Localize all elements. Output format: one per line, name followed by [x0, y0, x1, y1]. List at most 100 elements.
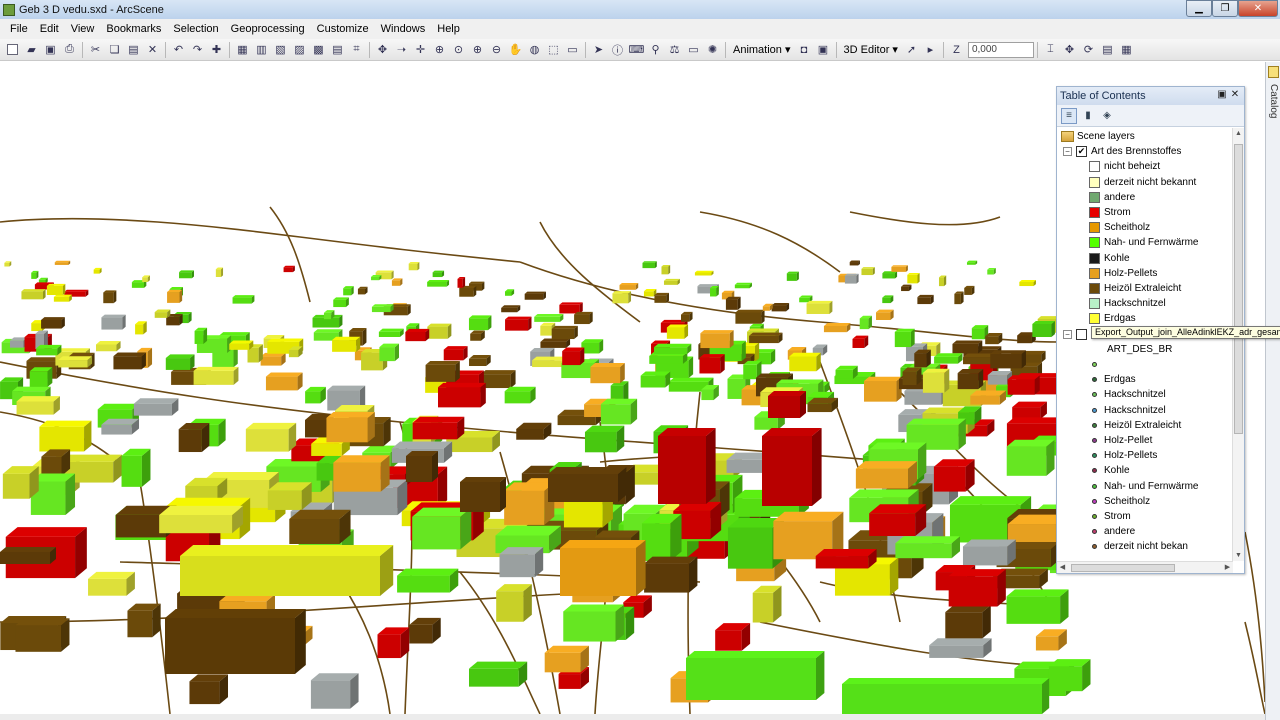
- maximize-button[interactable]: ❐: [1212, 0, 1238, 17]
- model-builder-icon[interactable]: ▩: [311, 42, 327, 58]
- point-symbol-icon[interactable]: [1092, 422, 1097, 428]
- paste-icon[interactable]: ▤: [126, 42, 142, 58]
- arctoolbox-icon[interactable]: ▧: [273, 42, 289, 58]
- point-symbol-icon[interactable]: [1092, 514, 1097, 519]
- identify-icon[interactable]: ⓘ: [610, 42, 626, 58]
- toc-vertical-scrollbar[interactable]: ▲ ▼: [1232, 128, 1244, 561]
- point-symbol-icon[interactable]: [1092, 483, 1097, 489]
- zoom-in-icon[interactable]: ⊕: [470, 42, 486, 58]
- copy-icon[interactable]: ❏: [107, 42, 123, 58]
- minimize-button[interactable]: ▁: [1186, 0, 1212, 17]
- point-symbol-icon[interactable]: [1092, 407, 1097, 413]
- full-extent-icon[interactable]: ◍: [527, 42, 543, 58]
- scroll-thumb[interactable]: [1071, 564, 1175, 572]
- catalog-icon[interactable]: ▤: [330, 42, 346, 58]
- point-symbol-icon[interactable]: [1092, 453, 1097, 459]
- menu-selection[interactable]: Selection: [167, 23, 224, 35]
- redo-icon[interactable]: ↷: [190, 42, 206, 58]
- python-window-icon[interactable]: ▨: [292, 42, 308, 58]
- legend-swatch[interactable]: [1089, 237, 1100, 249]
- legend-swatch[interactable]: [1089, 191, 1100, 203]
- new-document-icon[interactable]: [5, 42, 21, 58]
- scroll-down-icon[interactable]: ▼: [1233, 550, 1244, 561]
- menu-view[interactable]: View: [65, 23, 101, 35]
- point-symbol-icon[interactable]: [1092, 438, 1097, 443]
- html-popup-icon[interactable]: ⌨: [629, 42, 645, 58]
- legend-swatch[interactable]: [1089, 207, 1100, 218]
- toc-autohide-icon[interactable]: ▣: [1216, 89, 1228, 101]
- point-symbol-icon[interactable]: [1092, 498, 1097, 504]
- menu-geoprocessing[interactable]: Geoprocessing: [225, 23, 311, 35]
- set-observer-icon[interactable]: ⊙: [451, 42, 467, 58]
- list-by-source-icon[interactable]: ▮: [1080, 108, 1096, 124]
- measure-icon[interactable]: ⚖: [667, 42, 683, 58]
- layer-name[interactable]: Art des Brennstoffes: [1091, 146, 1181, 157]
- legend-swatch[interactable]: [1089, 283, 1100, 294]
- toc-layer-row[interactable]: −: [1063, 327, 1091, 342]
- scene-properties-icon[interactable]: ▦: [235, 42, 251, 58]
- toc-horizontal-scrollbar[interactable]: ◀ ▶: [1057, 561, 1233, 573]
- navigate-icon[interactable]: ✥: [375, 42, 391, 58]
- rotate-icon[interactable]: ⟳: [1080, 42, 1096, 58]
- swipe-icon[interactable]: ▭: [686, 42, 702, 58]
- point-symbol-icon[interactable]: [1092, 468, 1097, 474]
- legend-swatch[interactable]: [1089, 222, 1100, 234]
- catalog-side-tab[interactable]: Catalog: [1265, 62, 1280, 720]
- pan-icon[interactable]: ✋: [508, 42, 524, 58]
- point-symbol-icon[interactable]: [1092, 392, 1097, 398]
- menu-help[interactable]: Help: [431, 23, 466, 35]
- toc-scene-layers-row[interactable]: Scene layers: [1061, 129, 1135, 144]
- toc-layer-row[interactable]: − ✔ Art des Brennstoffes: [1063, 144, 1181, 159]
- clear-selection-icon[interactable]: ▭: [565, 42, 581, 58]
- legend-swatch[interactable]: [1089, 252, 1100, 264]
- point-symbol-icon[interactable]: [1092, 544, 1097, 550]
- collapse-layer-icon[interactable]: −: [1063, 329, 1072, 339]
- zoom-out-icon[interactable]: ⊖: [489, 42, 505, 58]
- sketch-tool-icon[interactable]: ▸: [922, 42, 938, 58]
- toc-window-icon[interactable]: ▥: [254, 42, 270, 58]
- scroll-thumb[interactable]: [1234, 144, 1243, 434]
- move-icon[interactable]: ✥: [1061, 42, 1077, 58]
- legend-swatch[interactable]: [1089, 161, 1100, 173]
- z-value-input[interactable]: 0,000: [967, 41, 1034, 58]
- find-icon[interactable]: ⚲: [648, 42, 664, 58]
- capture-view-icon[interactable]: ◘: [796, 42, 812, 58]
- scroll-up-icon[interactable]: ▲: [1233, 128, 1244, 139]
- point-symbol-icon[interactable]: [1092, 362, 1097, 367]
- list-by-visibility-icon[interactable]: ◈: [1099, 108, 1115, 124]
- save-icon[interactable]: ▣: [43, 42, 59, 58]
- split-icon[interactable]: ⌶: [1042, 42, 1058, 58]
- menu-windows[interactable]: Windows: [375, 23, 432, 35]
- point-symbol-icon[interactable]: [1092, 529, 1097, 535]
- collapse-layer-icon[interactable]: −: [1063, 147, 1072, 157]
- menu-file[interactable]: File: [4, 23, 34, 35]
- print-icon[interactable]: ⎙: [62, 42, 78, 58]
- 3d-editor-menu[interactable]: 3D Editor ▾: [840, 43, 902, 56]
- zoom-to-target-icon[interactable]: ⊕: [432, 42, 448, 58]
- attributes-icon[interactable]: ▤: [1099, 42, 1115, 58]
- toc-close-icon[interactable]: ✕: [1229, 89, 1241, 101]
- menu-bookmarks[interactable]: Bookmarks: [100, 23, 167, 35]
- layer-effects-icon[interactable]: ✺: [705, 42, 721, 58]
- undo-icon[interactable]: ↶: [171, 42, 187, 58]
- search-window-icon[interactable]: ⌗: [349, 42, 365, 58]
- animation-controls-icon[interactable]: ▣: [815, 42, 831, 58]
- legend-swatch[interactable]: [1089, 267, 1100, 279]
- menu-edit[interactable]: Edit: [34, 23, 65, 35]
- legend-swatch[interactable]: [1089, 313, 1100, 325]
- delete-icon[interactable]: ✕: [145, 42, 161, 58]
- scroll-right-icon[interactable]: ▶: [1222, 562, 1233, 573]
- target-center-icon[interactable]: ✛: [413, 42, 429, 58]
- layer-visibility-checkbox[interactable]: ✔: [1076, 146, 1087, 158]
- open-folder-icon[interactable]: ▰: [24, 42, 40, 58]
- legend-swatch[interactable]: [1089, 176, 1100, 188]
- select-elements-icon[interactable]: ➤: [591, 42, 607, 58]
- layer-visibility-checkbox[interactable]: [1076, 328, 1087, 340]
- edit-tool-icon[interactable]: ➚: [903, 42, 919, 58]
- close-button[interactable]: ✕: [1238, 0, 1278, 17]
- select-features-icon[interactable]: ⬚: [546, 42, 562, 58]
- fly-icon[interactable]: ➝: [394, 42, 410, 58]
- cut-icon[interactable]: ✂: [88, 42, 104, 58]
- list-by-drawing-order-icon[interactable]: ≡: [1061, 107, 1077, 124]
- menu-customize[interactable]: Customize: [311, 23, 375, 35]
